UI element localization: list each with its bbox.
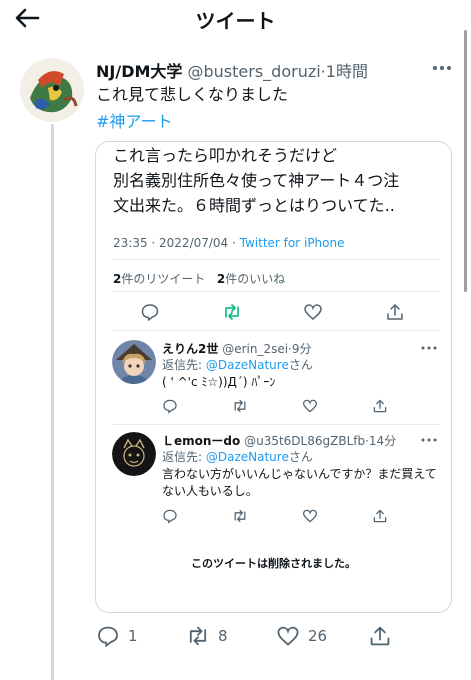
like-icon[interactable]: [276, 624, 300, 648]
like-action[interactable]: 26: [276, 623, 327, 649]
tweet-text: これ見て悲しくなりました: [96, 85, 289, 104]
tweet-actions: 1 8 26: [96, 623, 396, 649]
reply-icon[interactable]: [140, 302, 160, 322]
reply-to-suffix: さん: [288, 450, 313, 464]
thread-line: [51, 124, 54, 680]
retweet-icon[interactable]: [222, 302, 242, 322]
scrollbar[interactable]: [464, 30, 467, 292]
reply-author-row: えりん2世 @erin_2sei·9分: [162, 340, 312, 357]
reply-icon[interactable]: [96, 624, 120, 648]
author-name[interactable]: NJ/DM大学: [96, 62, 182, 81]
like-icon[interactable]: [302, 508, 318, 524]
share-icon[interactable]: [368, 624, 392, 648]
quoted-line: 文出来た。６時間ずっとはりついてた..: [113, 196, 395, 215]
retweet-stat[interactable]: 2件のリツイート: [113, 272, 205, 286]
reply-to-line: 返信先: @DazeNatureさん: [162, 356, 313, 373]
share-icon[interactable]: [385, 302, 405, 322]
deleted-tweet-notice: このツイートは削除されました。: [191, 557, 356, 570]
quoted-tweet-meta: 23:35 · 2022/07/04 · Twitter for iPhone: [113, 236, 345, 250]
divider: [112, 424, 440, 425]
source-link[interactable]: Twitter for iPhone: [240, 236, 345, 250]
reply-icon[interactable]: [162, 508, 178, 524]
divider: [112, 330, 440, 331]
like-stat[interactable]: 2件のいいね: [217, 272, 285, 286]
quoted-tweet-actions: [140, 302, 410, 322]
avatar[interactable]: [112, 340, 156, 384]
page-title: ツイート: [195, 9, 276, 33]
top-bar: ツイート: [0, 0, 471, 36]
more-options-icon[interactable]: [420, 343, 438, 353]
share-icon[interactable]: [372, 398, 388, 414]
author-handle[interactable]: @busters_doruzi: [188, 62, 321, 81]
retweet-label: 件のリツイート: [121, 272, 206, 286]
avatar[interactable]: [112, 432, 156, 476]
reply-to-suffix: さん: [288, 358, 313, 372]
quoted-line: これ言ったら叩かれそうだけど: [113, 146, 338, 165]
quoted-line: 別名義別住所色々使って神アート４つ注: [113, 171, 400, 190]
tweet-author-row: NJ/DM大学 @busters_doruzi·1時間: [96, 58, 436, 82]
mention-link[interactable]: @DazeNature: [206, 450, 289, 464]
reply-author-row: Ｌemonーdo @u35t6DL86gZBLfb·14分: [162, 432, 396, 449]
engagement-stats: 2件のリツイート 2件のいいね: [113, 270, 285, 287]
divider: [112, 259, 440, 260]
more-options-icon[interactable]: [420, 435, 438, 445]
reply-icon[interactable]: [162, 398, 178, 414]
reply-text: ( ' ^'c ﾐ☆))Д´) ﾊﾟｰﾝ: [162, 375, 276, 389]
share-action[interactable]: [368, 623, 392, 649]
reply-to-prefix: 返信先:: [162, 450, 206, 464]
reply-to-prefix: 返信先:: [162, 358, 206, 372]
divider: [112, 291, 440, 292]
quoted-timestamp: 23:35 · 2022/07/04 ·: [113, 236, 240, 250]
reply-actions: [162, 398, 392, 416]
hashtag-link[interactable]: #神アート: [96, 108, 172, 132]
reply-actions: [162, 508, 392, 526]
like-icon[interactable]: [302, 398, 318, 414]
reply-time[interactable]: ·14分: [365, 434, 396, 448]
retweet-icon[interactable]: [232, 398, 248, 414]
reply-author-handle[interactable]: @erin_2sei: [222, 342, 288, 356]
retweet-count: 8: [218, 627, 228, 645]
reply-action[interactable]: 1: [96, 623, 138, 649]
like-count: 2: [216, 272, 226, 286]
avatar[interactable]: [20, 58, 84, 122]
reply-count: 1: [128, 627, 138, 645]
reply-to-line: 返信先: @DazeNatureさん: [162, 448, 313, 465]
reply-author-name[interactable]: Ｌemonーdo: [162, 434, 240, 448]
retweet-icon[interactable]: [186, 624, 210, 648]
retweet-action[interactable]: 8: [186, 623, 228, 649]
reply-time[interactable]: ·9分: [288, 342, 311, 356]
tweet-time[interactable]: 1時間: [326, 62, 368, 81]
retweet-icon[interactable]: [232, 508, 248, 524]
like-icon[interactable]: [303, 302, 323, 322]
reply-text: 言わない方がいいんじゃないんですか？まだ買えてない人もいるし。: [162, 467, 437, 498]
reply-author-handle[interactable]: @u35t6DL86gZBLfb: [244, 434, 365, 448]
share-icon[interactable]: [372, 508, 388, 524]
more-options-icon[interactable]: [430, 60, 454, 76]
reply-author-name[interactable]: えりん2世: [162, 342, 218, 356]
quoted-tweet-text: これ言ったら叩かれそうだけど 別名義別住所色々使って神アート４つ注 文出来た。６…: [113, 143, 448, 218]
like-count: 26: [308, 627, 328, 645]
like-label: 件のいいね: [225, 272, 286, 286]
mention-link[interactable]: @DazeNature: [206, 358, 289, 372]
